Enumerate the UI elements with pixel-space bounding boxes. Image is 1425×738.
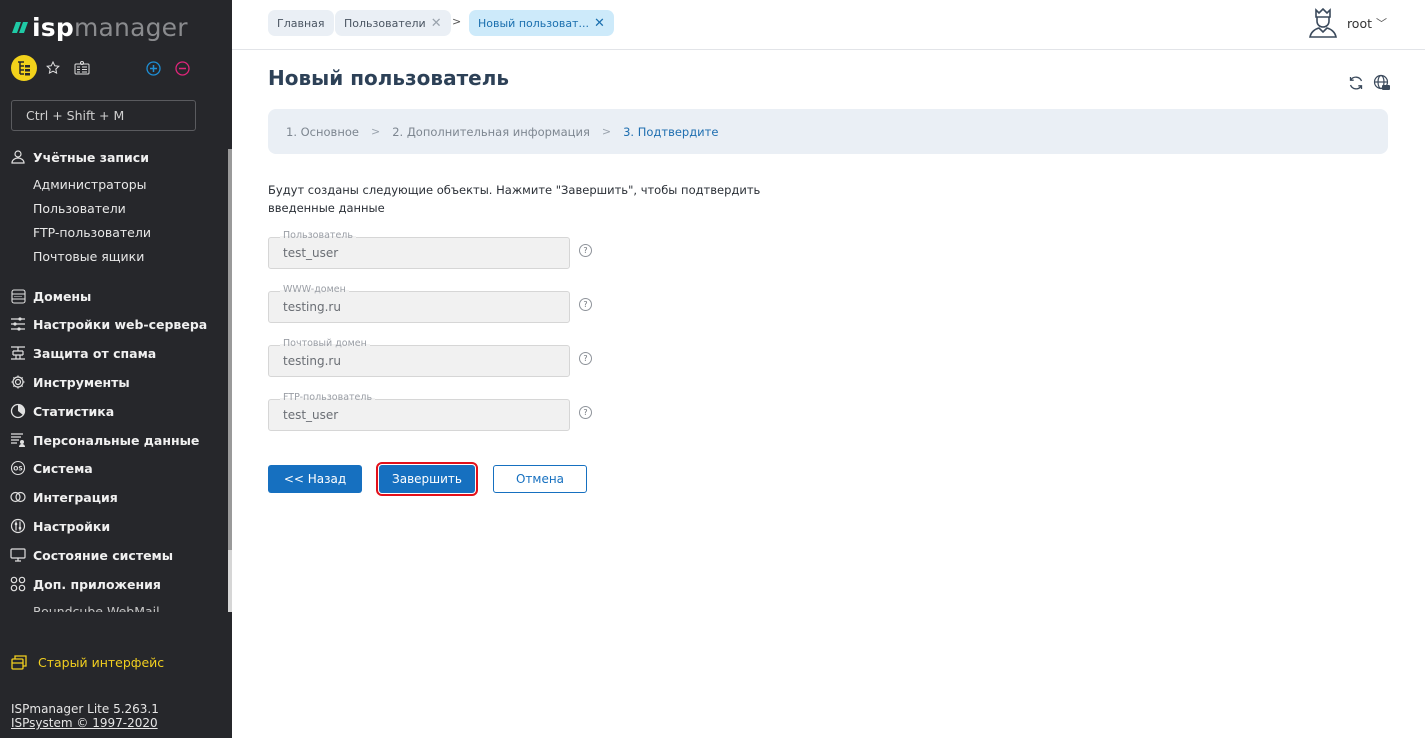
field-ftp-user: FTP-пользователь test_user [268,392,570,431]
personal-data-icon [9,431,27,449]
refresh-button[interactable] [1347,74,1365,92]
gear-icon [9,373,27,391]
logo-text: ispmanager [32,12,188,42]
field-value: testing.ru [283,354,341,368]
tab-home[interactable]: Главная [268,10,334,36]
wizard-steps: 1. Основное > 2. Дополнительная информац… [268,109,1388,154]
copyright-link[interactable]: ISPsystem © 1997-2020 [11,716,158,731]
step-basic[interactable]: 1. Основное [286,125,359,139]
integration-icon [9,488,27,506]
apps-icon [9,575,27,593]
sidebar-group-personal-data[interactable]: Персональные данные [0,429,226,451]
settings-icon [9,517,27,535]
sidebar-group-settings[interactable]: Настройки [0,515,226,537]
favorites-button[interactable] [44,55,62,81]
user-accounts-icon [9,148,27,166]
old-interface-link[interactable]: Старый интерфейс [11,652,164,672]
confirmation-note: Будут созданы следующие объекты. Нажмите… [268,183,761,215]
logo[interactable]: ispmanager [11,12,188,42]
minus-circle-icon [174,60,190,76]
help-icon[interactable]: ? [579,244,592,257]
tree-menu-button[interactable] [11,55,37,81]
sidebar-item-users[interactable]: Пользователи [33,198,126,218]
plus-circle-icon [145,60,161,76]
field-label: Пользователь [280,230,356,241]
sidebar-group-extra-apps[interactable]: Доп. приложения [0,573,226,595]
sidebar-group-statistics[interactable]: Статистика [0,400,226,422]
tab-users[interactable]: Пользователи ✕ [335,10,451,36]
menu-search-input[interactable] [11,100,196,131]
spam-protection-icon [9,344,27,362]
field-value: testing.ru [283,300,341,314]
sidebar-group-system[interactable]: OS Система [0,457,226,479]
id-card-icon [74,61,90,75]
sidebar-group-system-status[interactable]: Состояние системы [0,544,226,566]
chevron-down-icon: ﹀ [1376,17,1387,30]
field-mail-domain: Почтовый домен testing.ru [268,338,570,377]
svg-text:OS: OS [13,465,22,472]
sidebar-scrollbar-thumb[interactable] [228,149,232,550]
field-user: Пользователь test_user [268,230,570,269]
sidebar-scrollbar[interactable] [228,149,232,612]
user-menu[interactable]: root ﹀ [1307,8,1387,38]
domains-icon [9,287,27,305]
logo-mark-icon [11,20,29,34]
top-bar: Главная Пользователи ✕ > Новый пользоват… [232,0,1425,50]
sliders-icon [9,315,27,333]
old-interface-icon [11,655,27,670]
sidebar-group-domains[interactable]: Домены [0,285,226,307]
breadcrumb-separator: > [452,15,462,28]
chevron-right-icon: > [370,125,381,138]
close-icon[interactable]: ✕ [431,16,442,31]
monitor-icon [9,546,27,564]
expand-all-button[interactable] [145,55,161,81]
step-additional-info[interactable]: 2. Дополнительная информация [392,125,590,139]
field-value: test_user [283,408,339,422]
back-button[interactable]: << Назад [268,465,362,493]
page-actions [1347,74,1391,92]
help-icon[interactable]: ? [579,406,592,419]
field-www-domain: WWW-домен testing.ru [268,284,570,323]
sidebar-group-web-server-settings[interactable]: Настройки web-сервера [0,313,226,335]
field-value: test_user [283,246,339,260]
star-icon [46,61,60,75]
sidebar-group-spam-protection[interactable]: Защита от спама [0,342,226,364]
pie-chart-icon [9,402,27,420]
page-title: Новый пользователь [268,66,510,90]
version-text: ISPmanager Lite 5.263.1 [11,702,159,716]
sidebar-item-mailboxes[interactable]: Почтовые ящики [33,246,144,266]
app: ispmanager Учётные записи [0,0,1425,738]
sidebar-group-accounts[interactable]: Учётные записи [0,146,226,168]
sidebar-item-administrators[interactable]: Администраторы [33,174,147,194]
close-icon[interactable]: ✕ [594,16,605,31]
step-confirm: 3. Подтвердите [623,124,719,139]
id-card-button[interactable] [73,55,91,81]
collapse-all-button[interactable] [174,55,190,81]
language-button[interactable] [1373,74,1391,92]
help-icon[interactable]: ? [579,298,592,311]
refresh-icon [1349,76,1363,90]
os-icon: OS [9,459,27,477]
sidebar-nav: Учётные записи Администраторы Пользовате… [0,146,226,612]
tab-new-user[interactable]: Новый пользоват... ✕ [469,10,614,36]
sidebar-group-integration[interactable]: Интеграция [0,486,226,508]
cancel-button[interactable]: Отмена [493,465,587,493]
field-label: WWW-домен [280,284,349,295]
help-icon[interactable]: ? [579,352,592,365]
field-label: FTP-пользователь [280,392,376,403]
sidebar-item-roundcube[interactable]: Roundcube WebMail [33,601,160,613]
sidebar-group-tools[interactable]: Инструменты [0,371,226,393]
avatar [1308,8,1337,38]
finish-button[interactable]: Завершить [376,462,478,496]
sidebar-item-ftp-users[interactable]: FTP-пользователи [33,222,151,242]
sidebar: ispmanager Учётные записи [0,0,232,738]
chevron-right-icon: > [601,125,612,138]
tree-icon [18,61,30,76]
globe-icon [1373,74,1390,90]
sidebar-toolbar [11,55,211,83]
field-label: Почтовый домен [280,338,370,349]
